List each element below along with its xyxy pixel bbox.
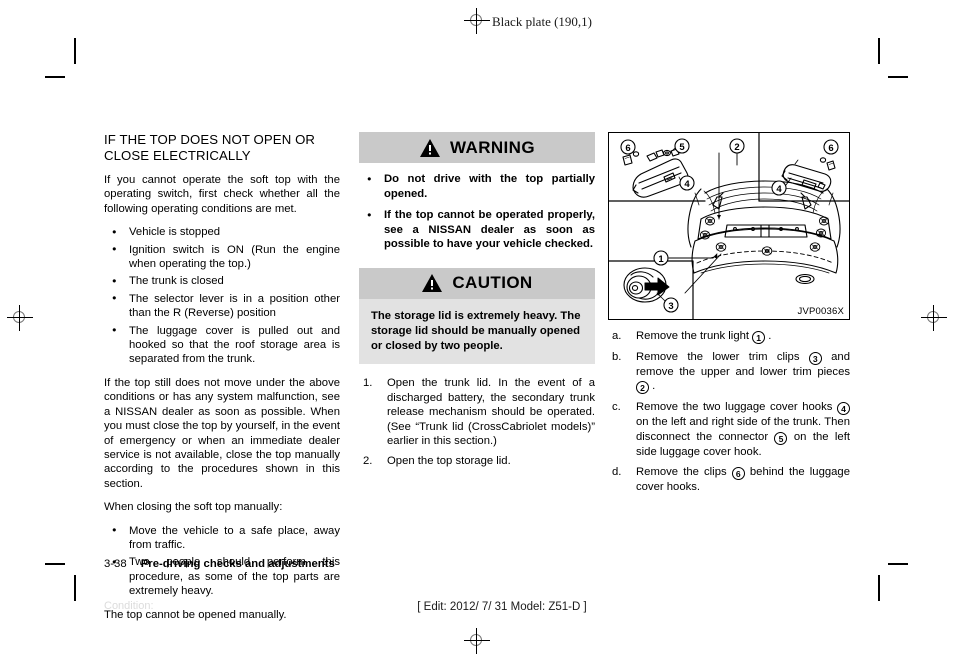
footer-section-title: Pre-driving checks and adjustments bbox=[140, 558, 335, 570]
svg-text:4: 4 bbox=[684, 179, 690, 190]
registration-mark-right bbox=[921, 305, 947, 331]
operating-conditions-list: Vehicle is stopped Ignition switch is ON… bbox=[104, 225, 340, 367]
callout-ref: 3 bbox=[808, 352, 822, 365]
callout-4-right: 4 bbox=[771, 180, 787, 196]
list-item: c. Remove the two luggage cover hooks 4 … bbox=[608, 400, 850, 459]
procedure-steps-lettered: a. Remove the trunk light 1 . b. Remove … bbox=[608, 329, 850, 495]
crop-mark-bottom-left-horizontal bbox=[45, 563, 65, 565]
callout-ref: 5 bbox=[774, 431, 788, 445]
svg-text:5: 5 bbox=[679, 142, 685, 153]
step-marker: d. bbox=[612, 466, 622, 479]
list-item: 2. Open the top storage lid. bbox=[359, 454, 595, 468]
svg-text:4: 4 bbox=[776, 184, 782, 195]
list-item: Do not drive with the top partially open… bbox=[359, 171, 595, 201]
svg-text:2: 2 bbox=[734, 142, 739, 153]
page-footer: 3-38 Pre-driving checks and adjustments bbox=[104, 558, 335, 570]
caution-text: The storage lid is extremely heavy. The … bbox=[371, 309, 581, 352]
list-item: a. Remove the trunk light 1 . bbox=[608, 329, 850, 344]
callout-6-right: 6 bbox=[823, 139, 839, 155]
callout-2: 2 bbox=[729, 138, 745, 154]
callout-ref: 4 bbox=[837, 402, 850, 416]
list-item: The luggage cover is pulled out and hook… bbox=[104, 323, 340, 367]
step-text: Remove the trunk light 1 . bbox=[636, 330, 772, 344]
step-text: Remove the two luggage cover hooks 4 on … bbox=[636, 401, 850, 458]
registration-vline bbox=[933, 305, 934, 331]
registration-vline bbox=[476, 628, 477, 654]
registration-hline bbox=[464, 640, 490, 641]
callout-3: 3 bbox=[663, 297, 679, 313]
crop-mark-top-left-horizontal bbox=[45, 76, 65, 78]
callout-ref: 6 bbox=[731, 467, 745, 481]
step-text: Remove the lower trim clips 3 and remove… bbox=[636, 351, 850, 395]
warning-box: WARNING Do not drive with the top partia… bbox=[359, 132, 595, 256]
step-text: Remove the clips 6 behind the luggage co… bbox=[636, 466, 850, 494]
page-body: IF THE TOP DOES NOT OPEN OR CLOSE ELECTR… bbox=[104, 132, 850, 621]
callout-ref: 1 bbox=[752, 331, 766, 344]
middle-column: WARNING Do not drive with the top partia… bbox=[359, 132, 595, 469]
list-item: b. Remove the lower trim clips 3 and rem… bbox=[608, 350, 850, 395]
caution-box: CAUTION The storage lid is extremely hea… bbox=[359, 267, 595, 365]
svg-text:6: 6 bbox=[828, 143, 833, 154]
page-number: 3-38 bbox=[104, 558, 127, 570]
registration-mark-left bbox=[7, 305, 33, 331]
list-item: If the top cannot be operated properly, … bbox=[359, 208, 595, 252]
step-marker: 2. bbox=[363, 455, 373, 468]
caution-body: The storage lid is extremely heavy. The … bbox=[359, 298, 595, 365]
figure-caption: JVP0036X bbox=[797, 306, 844, 317]
list-item: Move the vehicle to a safe place, away f… bbox=[104, 523, 340, 553]
crop-mark-top-left-vertical bbox=[74, 38, 76, 64]
figure-linework: 6 5 4 2 4 6 1 3 bbox=[609, 133, 849, 319]
callout-ref: 2 bbox=[636, 381, 649, 395]
plate-header: Black plate (190,1) bbox=[492, 14, 592, 29]
svg-text:3: 3 bbox=[668, 301, 673, 312]
caution-label: CAUTION bbox=[452, 273, 533, 293]
callout-1: 1 bbox=[653, 250, 669, 266]
svg-text:6: 6 bbox=[625, 143, 630, 154]
callout-6-left: 6 bbox=[620, 139, 636, 155]
page-title: IF THE TOP DOES NOT OPEN OR CLOSE ELECTR… bbox=[104, 132, 316, 163]
crop-mark-bottom-right-vertical bbox=[878, 575, 880, 601]
warning-header: WARNING bbox=[359, 132, 595, 163]
step-text: Open the top storage lid. bbox=[387, 455, 511, 468]
list-item: d. Remove the clips 6 behind the luggage… bbox=[608, 465, 850, 494]
left-column: IF THE TOP DOES NOT OPEN OR CLOSE ELECTR… bbox=[104, 132, 340, 622]
step-marker: b. bbox=[612, 351, 622, 363]
crop-mark-bottom-left-vertical bbox=[74, 575, 76, 601]
registration-hline bbox=[921, 317, 947, 318]
list-item: The selector lever is in a position othe… bbox=[104, 291, 340, 321]
list-item: The trunk is closed bbox=[104, 274, 340, 289]
registration-vline bbox=[19, 305, 20, 331]
manual-close-intro: When closing the soft top manually: bbox=[104, 501, 283, 514]
warning-body: Do not drive with the top partially open… bbox=[359, 163, 595, 256]
callout-4-left: 4 bbox=[679, 175, 695, 191]
crop-mark-bottom-right-horizontal bbox=[888, 563, 908, 565]
warning-triangle-icon bbox=[421, 273, 443, 293]
intro-paragraph: If you cannot operate the soft top with … bbox=[104, 174, 340, 215]
registration-mark-bottom bbox=[464, 628, 490, 654]
warning-triangle-icon bbox=[419, 138, 441, 158]
svg-text:1: 1 bbox=[658, 254, 664, 265]
step-text: Open the trunk lid. In the event of a di… bbox=[387, 377, 595, 447]
registration-hline bbox=[7, 317, 33, 318]
list-item: Ignition switch is ON (Run the engine wh… bbox=[104, 242, 340, 272]
caution-header: CAUTION bbox=[359, 267, 595, 299]
list-item: 1. Open the trunk lid. In the event of a… bbox=[359, 376, 595, 448]
procedure-steps-numbered: 1. Open the trunk lid. In the event of a… bbox=[359, 376, 595, 468]
edit-line: [ Edit: 2012/ 7/ 31 Model: Z51-D ] bbox=[417, 601, 587, 613]
warning-label: WARNING bbox=[450, 137, 535, 157]
malfunction-paragraph: If the top still does not move under the… bbox=[104, 376, 340, 490]
step-marker: c. bbox=[612, 401, 621, 414]
callout-5: 5 bbox=[674, 138, 690, 154]
crop-mark-top-right-horizontal bbox=[888, 76, 908, 78]
list-item: Vehicle is stopped bbox=[104, 225, 340, 240]
crop-mark-top-right-vertical bbox=[878, 38, 880, 64]
trunk-disassembly-figure: 6 5 4 2 4 6 1 3 JVP0036X bbox=[608, 132, 850, 320]
step-marker: a. bbox=[612, 330, 622, 342]
right-column: 6 5 4 2 4 6 1 3 JVP0036X a. Remove the t… bbox=[608, 132, 850, 495]
step-marker: 1. bbox=[363, 377, 373, 390]
